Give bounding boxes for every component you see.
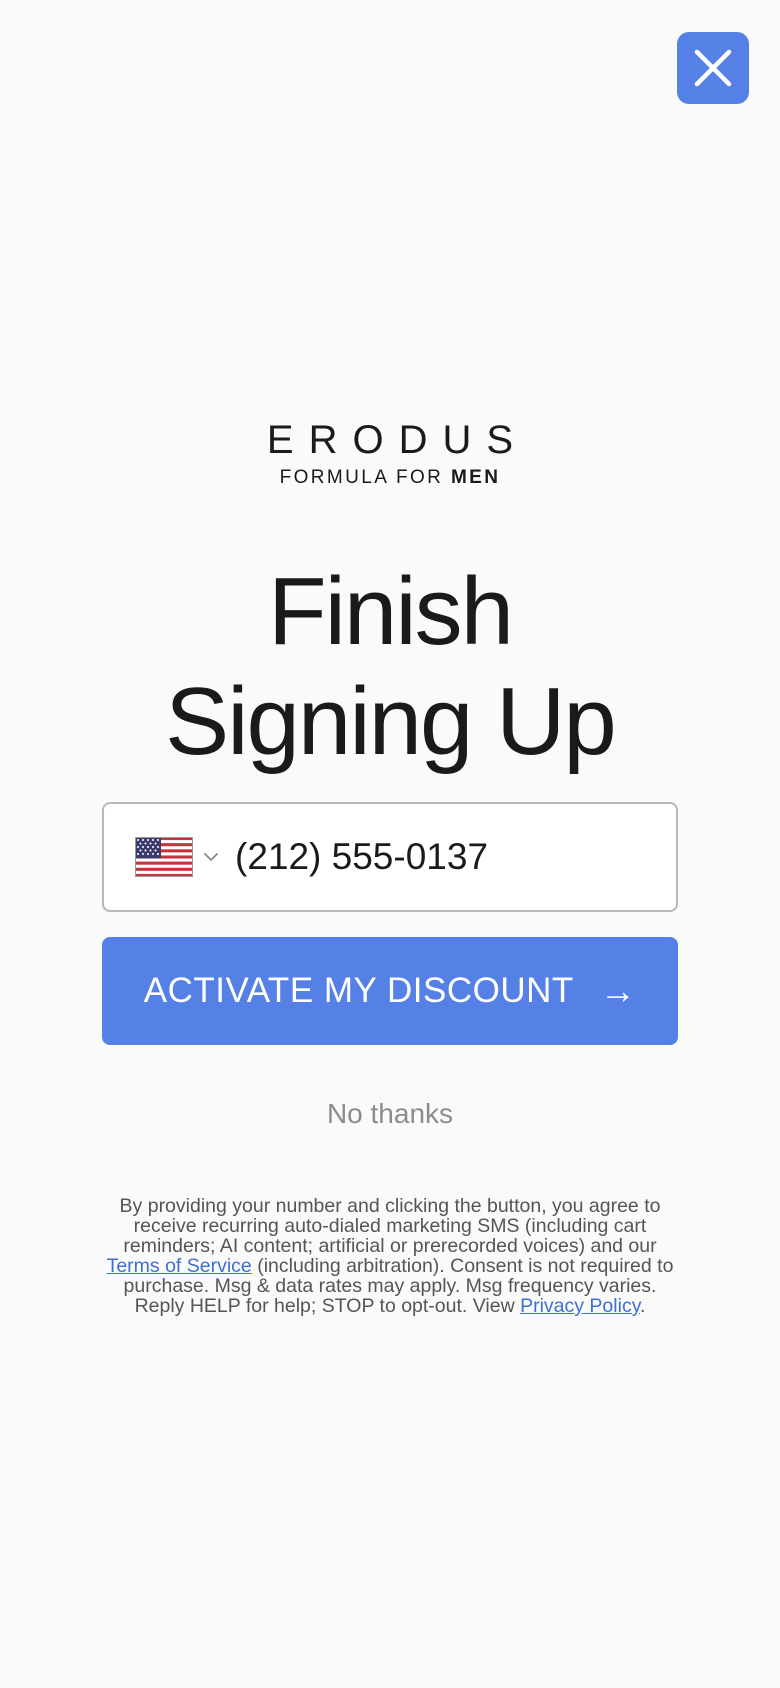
phone-input[interactable] — [235, 836, 615, 878]
title-line-2: Signing Up — [165, 668, 617, 775]
us-flag-icon — [135, 837, 193, 877]
title-line-1: Finish — [267, 558, 514, 665]
legal-text-3: . — [640, 1295, 646, 1317]
activate-discount-button[interactable]: ACTIVATE MY DISCOUNT → — [102, 937, 678, 1045]
activate-discount-label: ACTIVATE MY DISCOUNT — [143, 971, 574, 1010]
brand-name: ERODUS — [266, 418, 529, 462]
privacy-policy-link[interactable]: Privacy Policy — [520, 1295, 640, 1317]
phone-field — [102, 802, 678, 912]
country-selector[interactable] — [135, 837, 219, 877]
legal-disclaimer: By providing your number and clicking th… — [98, 1196, 682, 1316]
page-title: Finish Signing Up — [0, 557, 780, 777]
brand-logo: ERODUS FORMULA FOR MEN — [0, 418, 780, 490]
legal-text-1: By providing your number and clicking th… — [119, 1195, 661, 1257]
terms-of-service-link[interactable]: Terms of Service — [107, 1255, 252, 1277]
brand-tagline: FORMULA FOR MEN — [0, 466, 780, 490]
chevron-down-icon — [204, 853, 218, 861]
close-icon — [694, 49, 732, 87]
brand-tagline-bold: MEN — [450, 467, 501, 488]
arrow-right-icon: → — [599, 970, 637, 1011]
brand-tagline-prefix: FORMULA FOR — [279, 467, 444, 488]
close-button[interactable] — [677, 32, 749, 104]
no-thanks-link[interactable]: No thanks — [0, 1098, 780, 1130]
